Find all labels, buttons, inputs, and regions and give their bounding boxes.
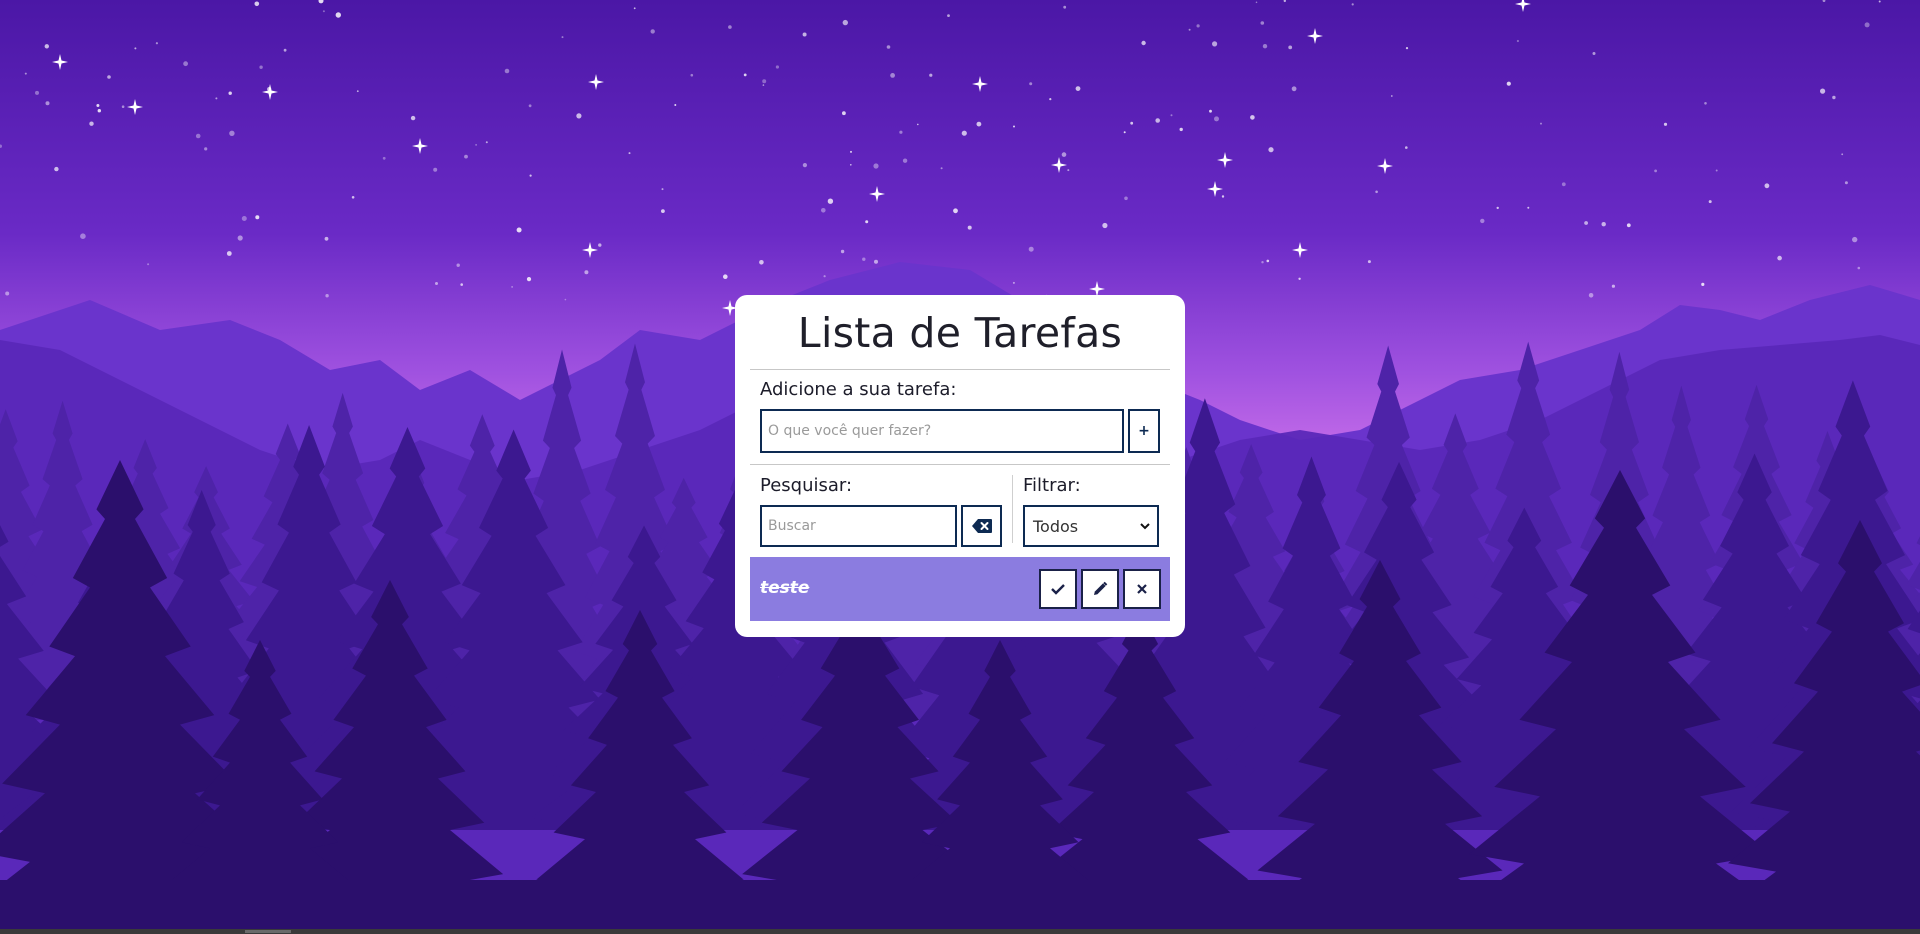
- task-input[interactable]: [760, 409, 1124, 453]
- chevron-down-icon: [1140, 523, 1150, 530]
- divider: [750, 369, 1170, 370]
- add-task-button[interactable]: +: [1128, 409, 1160, 453]
- search-input[interactable]: [760, 505, 957, 547]
- close-icon: [1137, 584, 1147, 594]
- todo-text: teste: [760, 578, 810, 598]
- add-task-label: Adicione a sua tarefa:: [760, 379, 957, 400]
- pencil-icon: [1094, 581, 1108, 595]
- divider: [750, 464, 1170, 465]
- edit-todo-button[interactable]: [1081, 569, 1119, 609]
- clear-search-button[interactable]: [961, 505, 1002, 547]
- todo-card: Lista de Tarefas Adicione a sua tarefa: …: [735, 295, 1185, 637]
- page-title: Lista de Tarefas: [797, 309, 1123, 357]
- check-icon: [1051, 584, 1065, 595]
- scrollbar-thumb[interactable]: [245, 930, 291, 933]
- complete-todo-button[interactable]: [1039, 569, 1077, 609]
- backspace-icon: [971, 519, 992, 533]
- filter-label: Filtrar:: [1023, 475, 1081, 496]
- todo-item: teste: [750, 557, 1170, 621]
- filter-selected-value: Todos: [1033, 516, 1079, 536]
- filter-select[interactable]: Todos: [1023, 505, 1159, 547]
- delete-todo-button[interactable]: [1123, 569, 1161, 609]
- horizontal-scrollbar[interactable]: [0, 929, 1920, 934]
- add-button-label: +: [1138, 423, 1150, 439]
- vertical-divider: [1012, 475, 1013, 543]
- search-label: Pesquisar:: [760, 475, 853, 496]
